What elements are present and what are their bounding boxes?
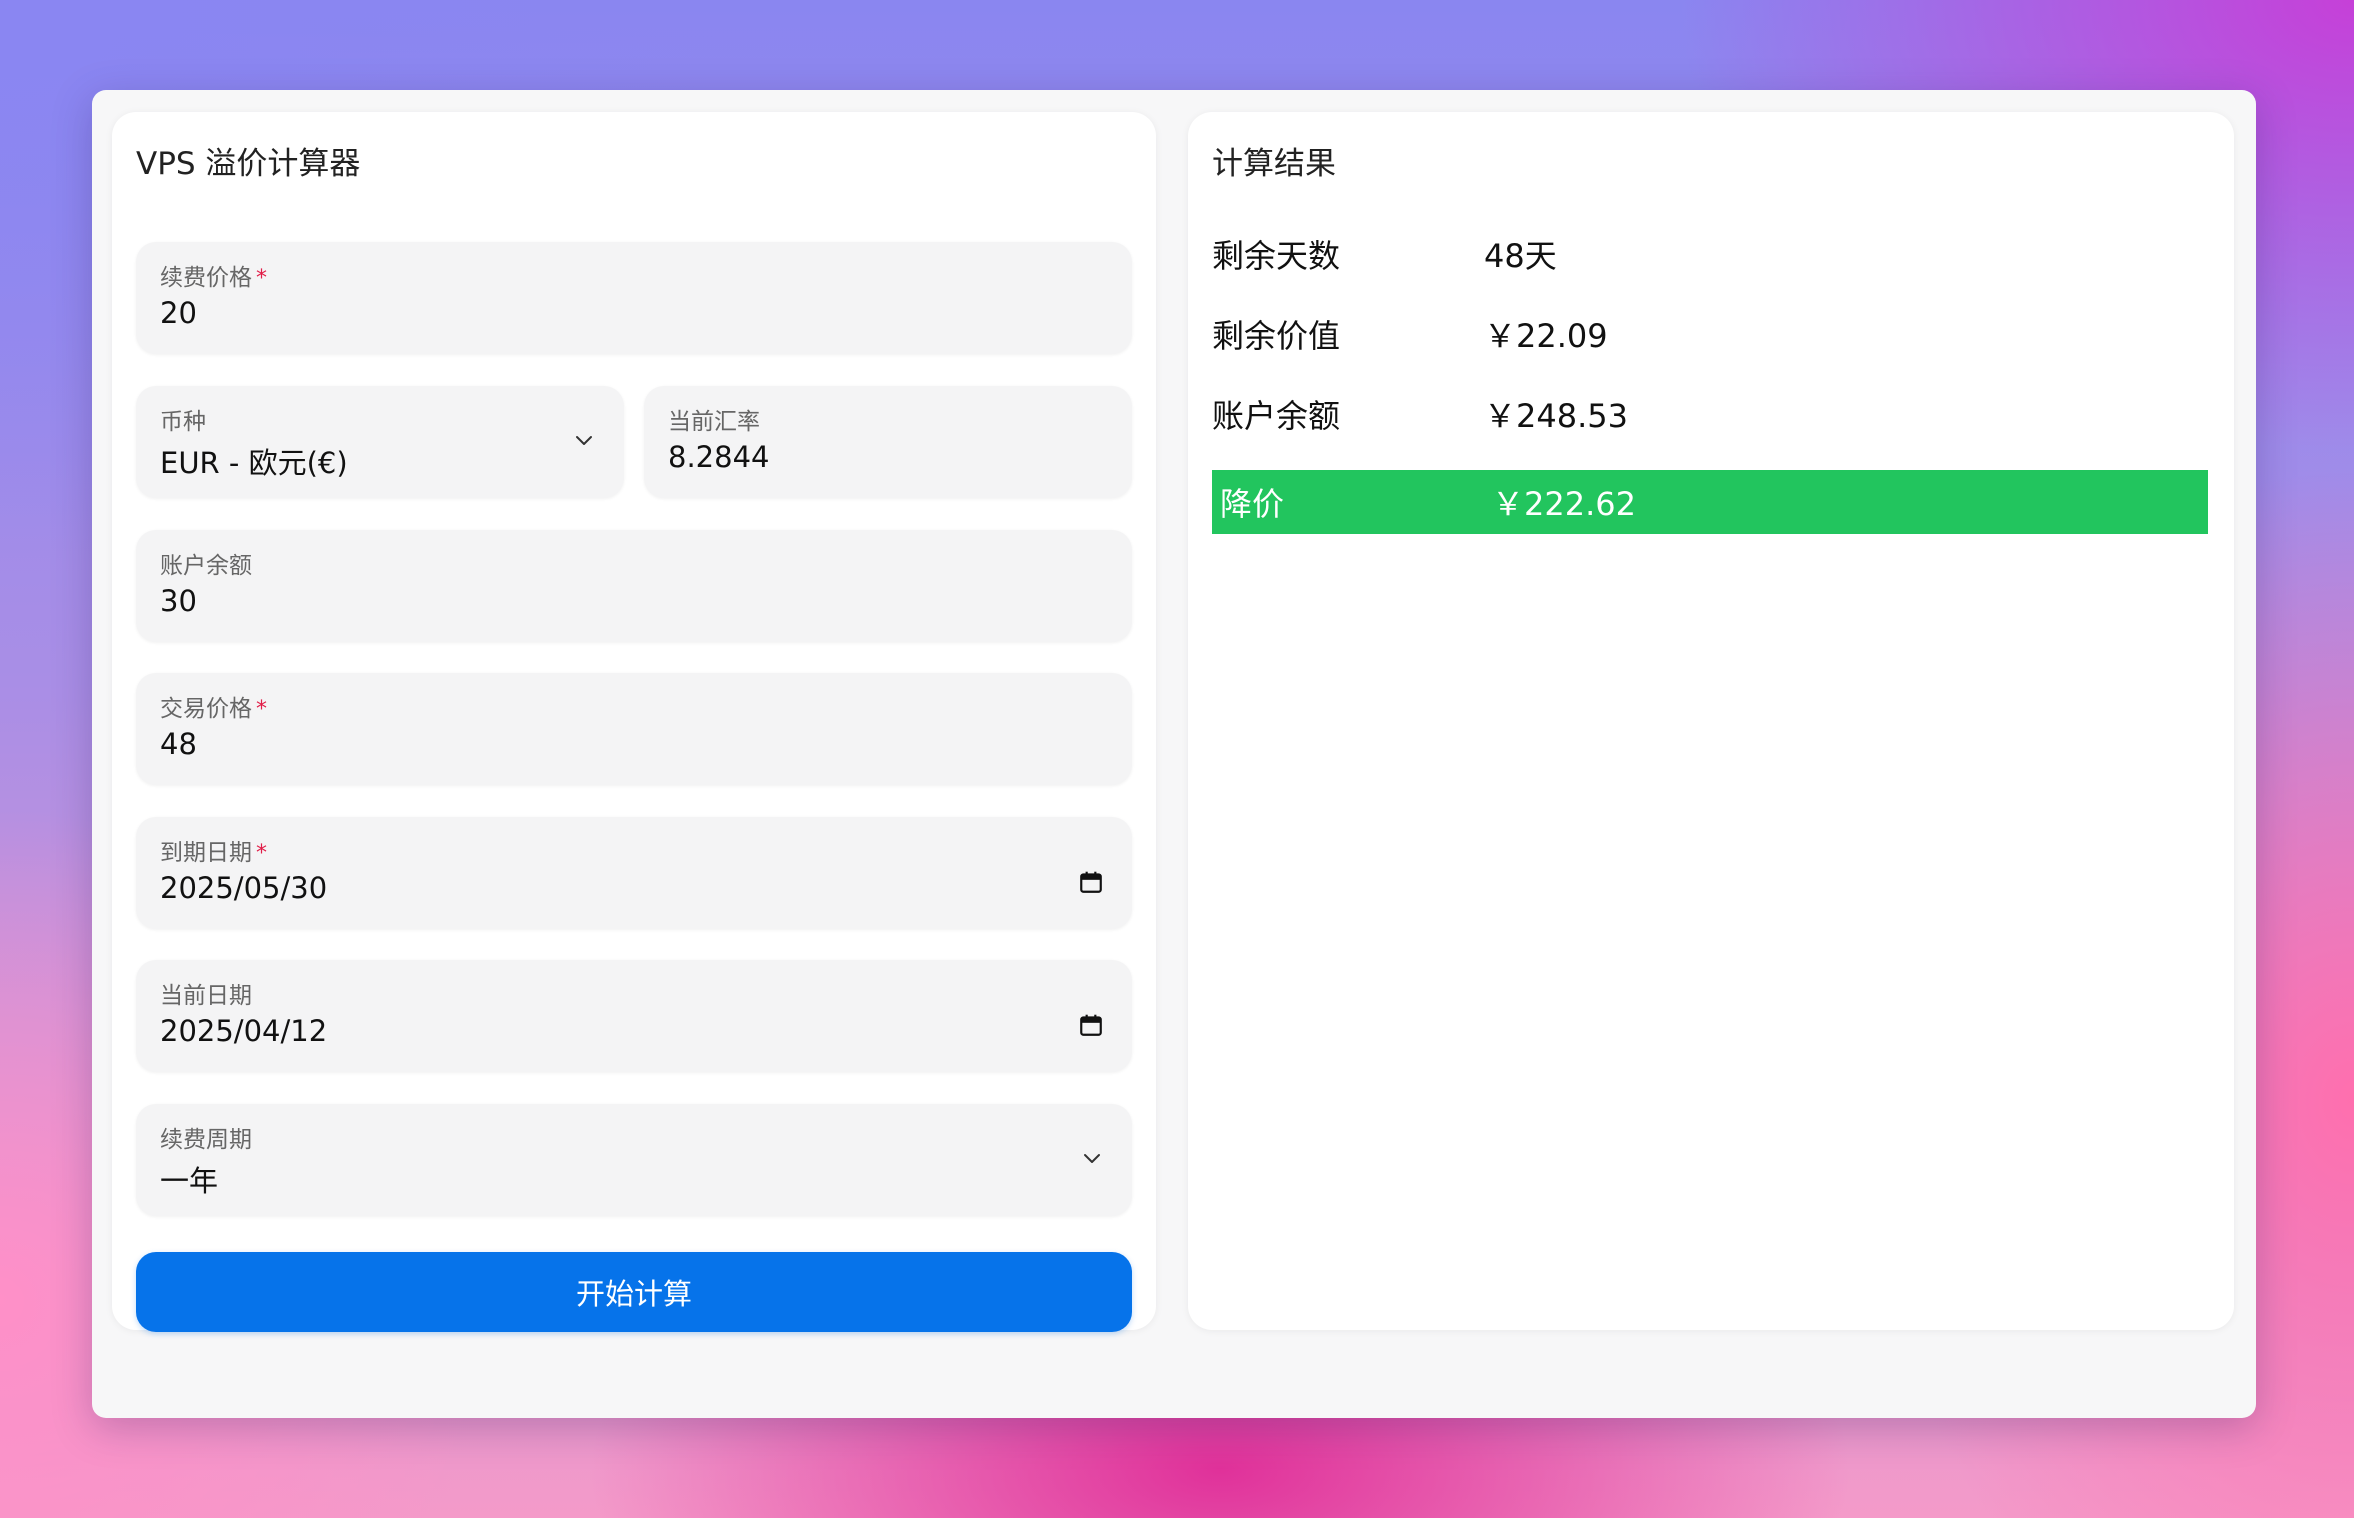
currency-value: EUR - 欧元(€) xyxy=(160,446,348,480)
result-row-account-balance: 账户余额 ￥248.53 xyxy=(1212,384,2208,444)
current-date-input[interactable]: 2025/04/12 xyxy=(160,1014,327,1048)
chevron-down-icon xyxy=(576,436,592,445)
calculator-card: VPS 溢价计算器 续费价格 * 20 币种 EUR - 欧元(€) 当前汇率 8… xyxy=(112,112,1156,1332)
account-balance-input[interactable]: 30 xyxy=(160,584,197,618)
exchange-rate-field[interactable]: 当前汇率 8.2844 xyxy=(644,386,1132,498)
result-label: 账户余额 xyxy=(1212,397,1341,435)
start-calculation-button[interactable]: 开始计算 xyxy=(136,1252,1132,1332)
renewal-cycle-value: 一年 xyxy=(160,1164,219,1198)
trade-price-label: 交易价格 * xyxy=(160,696,267,722)
expiry-date-field[interactable]: 到期日期 * 2025/05/30 xyxy=(136,817,1132,929)
calendar-icon[interactable] xyxy=(1078,1012,1104,1038)
exchange-rate-label: 当前汇率 xyxy=(668,409,760,435)
result-row-price-drop: 降价 ￥222.62 xyxy=(1212,470,2208,534)
results-card: 计算结果 剩余天数 48天 剩余价值 ￥22.09 账户余额 ￥248.53 降… xyxy=(1188,112,2234,1330)
highlight-value: ￥222.62 xyxy=(1492,485,1636,523)
account-balance-field[interactable]: 账户余额 30 xyxy=(136,530,1132,642)
result-value: ￥248.53 xyxy=(1484,397,1628,435)
current-date-label: 当前日期 xyxy=(160,983,252,1009)
chevron-down-icon xyxy=(1084,1154,1100,1163)
required-mark: * xyxy=(256,841,267,866)
results-title: 计算结果 xyxy=(1212,146,1336,182)
currency-select[interactable]: 币种 EUR - 欧元(€) xyxy=(136,386,624,498)
renewal-price-input[interactable]: 20 xyxy=(160,296,197,330)
calendar-icon[interactable] xyxy=(1078,869,1104,895)
result-row-remaining-days: 剩余天数 48天 xyxy=(1212,224,2208,284)
result-value: 48天 xyxy=(1484,237,1557,275)
renewal-cycle-select[interactable]: 续费周期 一年 xyxy=(136,1104,1132,1216)
renewal-cycle-label: 续费周期 xyxy=(160,1127,252,1153)
result-value: ￥22.09 xyxy=(1484,317,1608,355)
trade-price-input[interactable]: 48 xyxy=(160,727,197,761)
app-window: VPS 溢价计算器 续费价格 * 20 币种 EUR - 欧元(€) 当前汇率 8… xyxy=(92,90,2256,1418)
required-mark: * xyxy=(256,697,267,722)
calculator-title: VPS 溢价计算器 xyxy=(136,146,361,182)
required-mark: * xyxy=(256,266,267,291)
renewal-price-field[interactable]: 续费价格 * 20 xyxy=(136,242,1132,354)
currency-label: 币种 xyxy=(160,409,206,435)
trade-price-field[interactable]: 交易价格 * 48 xyxy=(136,673,1132,785)
result-row-remaining-value: 剩余价值 ￥22.09 xyxy=(1212,304,2208,364)
highlight-label: 降价 xyxy=(1220,485,1285,523)
result-label: 剩余天数 xyxy=(1212,237,1341,275)
renewal-price-label: 续费价格 * xyxy=(160,265,267,291)
expiry-date-label: 到期日期 * xyxy=(160,840,267,866)
current-date-field[interactable]: 当前日期 2025/04/12 xyxy=(136,960,1132,1072)
result-label: 剩余价值 xyxy=(1212,317,1341,355)
exchange-rate-input[interactable]: 8.2844 xyxy=(668,440,769,474)
account-balance-label: 账户余额 xyxy=(160,553,252,579)
expiry-date-input[interactable]: 2025/05/30 xyxy=(160,871,327,905)
